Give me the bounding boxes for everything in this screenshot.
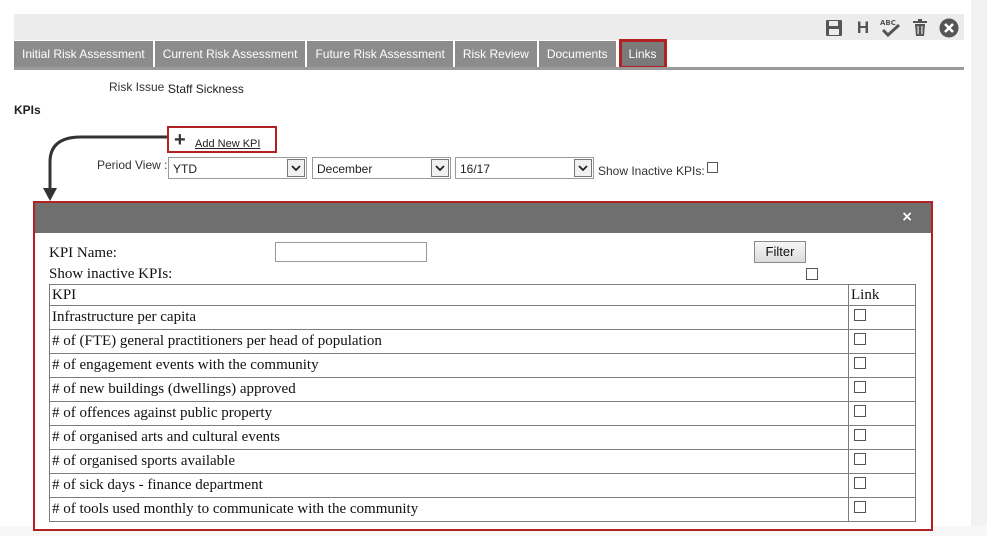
link-cell <box>848 401 916 426</box>
table-row: Infrastructure per capita <box>49 305 916 330</box>
link-checkbox[interactable] <box>854 405 866 417</box>
link-checkbox[interactable] <box>854 309 866 321</box>
kpi-name-cell: # of new buildings (dwellings) approved <box>49 377 849 402</box>
year-select-value: 16/17 <box>460 162 491 176</box>
risk-issue-value: Staff Sickness <box>168 82 244 96</box>
history-icon[interactable]: H <box>852 17 874 39</box>
chevron-down-icon <box>287 159 305 177</box>
show-inactive-label: Show inactive KPIs: <box>49 266 173 282</box>
link-checkbox[interactable] <box>854 333 866 345</box>
tab-future-risk-assessment[interactable]: Future Risk Assessment <box>307 41 453 67</box>
month-select-value: December <box>317 162 373 176</box>
kpi-name-input[interactable] <box>275 242 427 262</box>
tab-current-risk-assessment[interactable]: Current Risk Assessment <box>154 41 306 67</box>
plus-icon: + <box>174 129 186 151</box>
table-row: # of organised arts and cultural events <box>49 425 916 450</box>
save-icon[interactable] <box>823 17 845 39</box>
top-toolbar: H ABC <box>14 14 964 40</box>
kpi-name-cell: # of organised sports available <box>49 449 849 474</box>
modal-close-icon[interactable]: × <box>901 209 913 225</box>
tab-underline <box>14 67 964 70</box>
kpi-name-cell: Infrastructure per capita <box>49 305 849 330</box>
period-select-value: YTD <box>173 162 197 176</box>
kpi-name-label: KPI Name: <box>49 245 117 261</box>
add-new-kpi-label: Add New KPI <box>195 138 261 150</box>
spellcheck-icon[interactable]: ABC <box>879 17 901 39</box>
tab-initial-risk-assessment[interactable]: Initial Risk Assessment <box>14 41 153 67</box>
month-select[interactable]: December <box>312 157 451 179</box>
chevron-down-icon <box>574 159 592 177</box>
show-inactive-checkbox[interactable] <box>806 268 818 280</box>
link-kpi-modal: × KPI Name: Filter Show inactive KPIs: K… <box>33 201 933 531</box>
filter-button[interactable]: Filter <box>754 241 806 263</box>
add-new-kpi-button[interactable]: + Add New KPI <box>167 126 277 153</box>
link-checkbox[interactable] <box>854 429 866 441</box>
tab-documents[interactable]: Documents <box>538 41 616 67</box>
link-cell <box>848 425 916 450</box>
table-header-row: KPI Link <box>49 284 916 306</box>
link-cell <box>848 473 916 498</box>
close-icon[interactable] <box>938 17 960 39</box>
kpis-heading: KPIs <box>14 103 41 117</box>
link-column-header: Link <box>848 284 916 306</box>
period-select[interactable]: YTD <box>168 157 307 179</box>
year-select[interactable]: 16/17 <box>455 157 594 179</box>
link-checkbox[interactable] <box>854 453 866 465</box>
delete-icon[interactable] <box>909 17 931 39</box>
link-checkbox[interactable] <box>854 381 866 393</box>
kpi-name-cell: # of offences against public property <box>49 401 849 426</box>
link-cell <box>848 449 916 474</box>
tab-bar: Initial Risk Assessment Current Risk Ass… <box>14 39 667 69</box>
risk-issue-label: Risk Issue : <box>109 80 172 94</box>
table-row: # of offences against public property <box>49 401 916 426</box>
period-view-label: Period View : <box>97 158 168 172</box>
link-checkbox[interactable] <box>854 501 866 513</box>
chevron-down-icon <box>431 159 449 177</box>
tab-links[interactable]: Links <box>618 39 667 69</box>
show-inactive-kpis-label: Show Inactive KPIs: <box>598 164 705 178</box>
table-row: # of engagement events with the communit… <box>49 353 916 378</box>
link-checkbox[interactable] <box>854 477 866 489</box>
link-cell <box>848 497 916 522</box>
show-inactive-kpis-checkbox[interactable] <box>707 162 718 173</box>
table-row: # of tools used monthly to communicate w… <box>49 497 916 522</box>
kpi-name-cell: # of organised arts and cultural events <box>49 425 849 450</box>
kpi-name-cell: # of tools used monthly to communicate w… <box>49 497 849 522</box>
kpi-name-cell: # of sick days - finance department <box>49 473 849 498</box>
kpi-table: KPI Link Infrastructure per capita # of … <box>49 284 916 522</box>
kpi-name-cell: # of (FTE) general practitioners per hea… <box>49 329 849 354</box>
kpi-name-cell: # of engagement events with the communit… <box>49 353 849 378</box>
table-row: # of new buildings (dwellings) approved <box>49 377 916 402</box>
link-cell <box>848 353 916 378</box>
table-row: # of (FTE) general practitioners per hea… <box>49 329 916 354</box>
table-row: # of organised sports available <box>49 449 916 474</box>
right-gutter <box>971 0 987 536</box>
modal-header: × <box>35 203 931 233</box>
link-cell <box>848 377 916 402</box>
link-cell <box>848 305 916 330</box>
link-cell <box>848 329 916 354</box>
link-checkbox[interactable] <box>854 357 866 369</box>
kpi-column-header: KPI <box>49 284 849 306</box>
svg-text:ABC: ABC <box>880 19 896 27</box>
tab-risk-review[interactable]: Risk Review <box>454 41 537 67</box>
table-row: # of sick days - finance department <box>49 473 916 498</box>
